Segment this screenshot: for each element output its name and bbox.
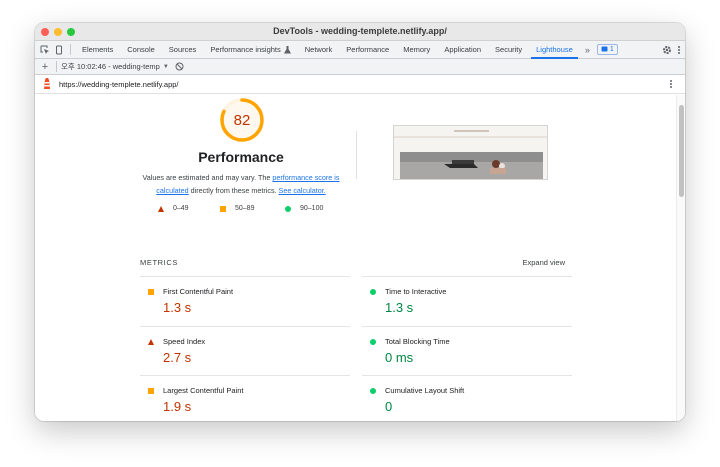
report-content: 82 Performance Values are estimated and …	[35, 95, 685, 421]
metric-label: Cumulative Layout Shift	[385, 386, 465, 395]
metric-speed-index: Speed Index 2.7 s	[140, 327, 350, 376]
triangle-icon	[158, 205, 164, 212]
metrics-column-right: Time to Interactive 1.3 s Total Blocking…	[362, 276, 572, 421]
plus-icon[interactable]: +	[38, 58, 52, 76]
devtools-window: DevTools - wedding-templete.netlify.app/…	[35, 23, 685, 421]
metric-value: 1.9 s	[163, 399, 192, 414]
tab-label: Elements	[82, 45, 114, 54]
legend-fail: 0–49	[158, 205, 189, 212]
legend-label: 90–100	[300, 205, 324, 212]
gear-icon[interactable]	[662, 45, 672, 55]
metric-label: Speed Index	[163, 336, 206, 346]
screenshot-image	[394, 126, 547, 179]
metrics-heading: METRICS	[140, 258, 178, 267]
kebab-menu-icon[interactable]	[677, 45, 681, 55]
device-toolbar-icon[interactable]	[52, 41, 66, 59]
report-url[interactable]: https://wedding-templete.netlify.app/	[59, 80, 179, 89]
square-icon	[148, 388, 154, 394]
metric-value: 2.7 s	[163, 349, 192, 365]
tab-performance-insights[interactable]: Performance insights	[203, 41, 297, 59]
issues-count: 1	[609, 46, 614, 53]
lighthouse-toolbar: + 오후 10:02:46 - wedding-temp ▼	[35, 59, 685, 75]
tab-performance[interactable]: Performance	[339, 41, 396, 59]
metric-time-to-interactive: Time to Interactive 1.3 s	[362, 277, 572, 326]
toolbar-divider	[70, 44, 71, 55]
section-divider	[356, 131, 357, 179]
report-select-label: 오후 10:02:46 - wedding-temp	[61, 62, 160, 71]
tab-memory[interactable]: Memory	[396, 41, 437, 59]
tab-label: Lighthouse	[536, 45, 573, 54]
tab-console[interactable]: Console	[120, 41, 162, 59]
metric-label: Time to Interactive	[385, 287, 447, 296]
metric-label: Largest Contentful Paint	[163, 386, 244, 395]
tab-label: Sources	[168, 45, 197, 54]
circle-icon	[285, 205, 291, 212]
circle-icon	[370, 388, 376, 394]
tab-elements[interactable]: Elements	[75, 41, 120, 59]
toolbar-divider	[56, 61, 57, 72]
square-icon	[148, 289, 154, 295]
window-title: DevTools - wedding-templete.netlify.app/	[273, 26, 447, 36]
page-screenshot-thumbnail[interactable]	[393, 125, 548, 180]
chevron-down-icon: ▼	[162, 63, 169, 70]
metrics-column-left: First Contentful Paint 1.3 s Speed Index…	[140, 276, 350, 421]
more-tabs-chevron-icon[interactable]: »	[580, 45, 595, 55]
desc-text: Values are estimated and may vary. The	[142, 173, 273, 182]
performance-title: Performance	[198, 149, 284, 165]
tab-network[interactable]: Network	[298, 41, 340, 59]
tab-sources[interactable]: Sources	[162, 41, 204, 59]
legend-pass: 90–100	[285, 205, 323, 212]
inspect-element-icon[interactable]	[38, 41, 52, 59]
flask-icon	[283, 45, 291, 53]
report-url-bar: https://wedding-templete.netlify.app/	[35, 75, 685, 94]
triangle-icon	[148, 338, 154, 345]
performance-score: 82	[233, 112, 251, 129]
see-calculator-link[interactable]: See calculator.	[279, 186, 326, 195]
metric-cumulative-layout-shift: Cumulative Layout Shift 0	[362, 376, 572, 421]
message-icon	[601, 46, 608, 52]
clear-icon[interactable]	[175, 62, 184, 71]
tab-label: Performance insights	[210, 45, 281, 54]
tab-label: Network	[304, 45, 333, 54]
legend-label: 0–49	[173, 205, 189, 212]
performance-description: Values are estimated and may vary. The p…	[135, 172, 347, 197]
title-bar: DevTools - wedding-templete.netlify.app/	[35, 23, 685, 41]
right-toolbar	[662, 41, 681, 59]
scrollbar-thumb[interactable]	[679, 105, 684, 197]
metric-label: First Contentful Paint	[163, 287, 234, 296]
metric-value: 1.3 s	[163, 300, 192, 315]
metric-first-contentful-paint: First Contentful Paint 1.3 s	[140, 277, 350, 326]
tab-application[interactable]: Application	[437, 41, 488, 59]
report-select[interactable]: 오후 10:02:46 - wedding-temp ▼	[61, 61, 169, 72]
tab-security[interactable]: Security	[488, 41, 529, 59]
circle-icon	[370, 338, 376, 345]
square-icon	[220, 205, 226, 212]
metric-total-blocking-time: Total Blocking Time 0 ms	[362, 327, 572, 376]
metric-value: 1.3 s	[385, 300, 414, 315]
metric-value: 0 ms	[385, 349, 414, 365]
devtools-tab-bar: Elements Console Sources Performance ins…	[35, 41, 685, 59]
vertical-scrollbar[interactable]	[676, 95, 685, 421]
metric-largest-contentful-paint: Largest Contentful Paint 1.9 s	[140, 376, 350, 421]
tab-label: Console	[127, 45, 155, 54]
report-menu-kebab-icon[interactable]	[669, 79, 673, 89]
metric-value: 0	[385, 399, 393, 414]
issues-counter-button[interactable]: 1	[596, 44, 618, 55]
legend-label: 50–89	[235, 205, 255, 212]
lighthouse-logo-icon	[44, 78, 50, 89]
desc-text: directly from these metrics.	[188, 185, 279, 195]
tab-label: Memory	[403, 45, 431, 54]
expand-view-toggle[interactable]: Expand view	[505, 258, 565, 267]
metric-label: Total Blocking Time	[385, 336, 450, 346]
circle-icon	[370, 289, 376, 295]
tab-lighthouse[interactable]: Lighthouse	[529, 41, 580, 59]
tab-label: Performance	[346, 45, 390, 54]
legend-average: 50–89	[220, 205, 254, 212]
tab-label: Security	[495, 45, 523, 54]
tab-label: Application	[444, 45, 482, 54]
